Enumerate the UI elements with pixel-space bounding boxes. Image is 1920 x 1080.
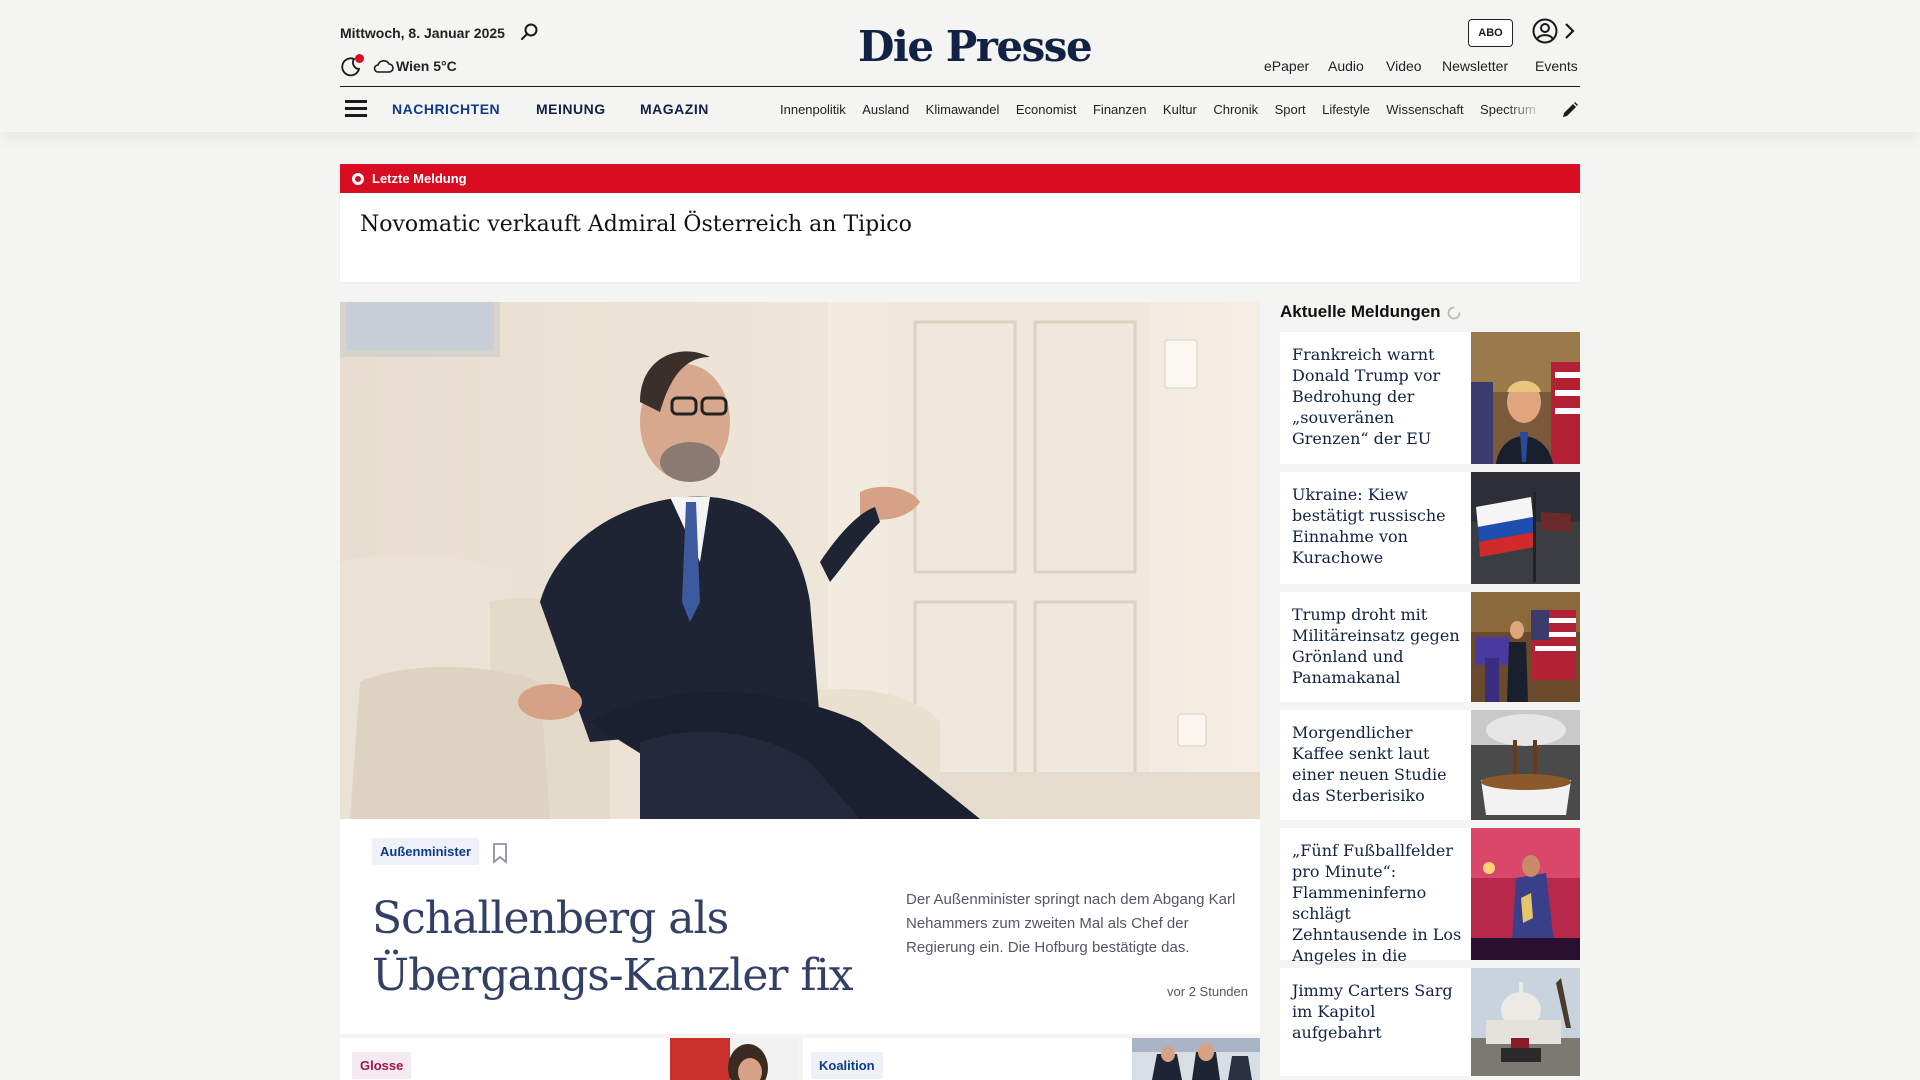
teaser-category-badge[interactable]: Glosse <box>352 1052 412 1079</box>
lead-article-title[interactable]: Schallenberg als Übergangs-Kanzler fix <box>372 890 892 1004</box>
news-item-thumbnail[interactable] <box>1471 332 1580 464</box>
site-logo[interactable]: Die Presse <box>858 22 1093 71</box>
news-item[interactable]: Ukraine: Kiew bestätigt russische Einnah… <box>1280 472 1580 584</box>
lead-article-image[interactable] <box>340 302 1260 819</box>
news-item-title[interactable]: Trump droht mit Militäreinsatz gegen Grö… <box>1292 604 1464 688</box>
section-link-chronik[interactable]: Chronik <box>1213 102 1258 117</box>
pencil-icon[interactable] <box>1561 101 1579 119</box>
notification-dot <box>355 54 364 63</box>
lead-article-teaser: Der Außenminister springt nach dem Abgan… <box>906 891 1236 956</box>
nav-link-video[interactable]: Video <box>1386 58 1422 74</box>
news-item[interactable]: Morgendlicher Kaffee senkt laut einer ne… <box>1280 710 1580 820</box>
breaking-news-label: Letzte Meldung <box>372 171 467 186</box>
section-nav-fade <box>1505 95 1545 123</box>
lead-category-badge[interactable]: Außenminister <box>372 838 480 865</box>
nav-link-epaper[interactable]: ePaper <box>1264 58 1309 74</box>
nav-tab-nachrichten[interactable]: NACHRICHTEN <box>392 101 500 117</box>
chevron-right-icon[interactable] <box>1562 22 1576 40</box>
search-icon[interactable] <box>520 22 540 42</box>
news-item[interactable]: „Fünf Fußballfelder pro Minute“: Flammen… <box>1280 828 1580 986</box>
news-item-title[interactable]: Ukraine: Kiew bestätigt russische Einnah… <box>1292 484 1464 568</box>
teaser-thumbnail[interactable] <box>670 1038 798 1080</box>
news-item-thumbnail[interactable] <box>1471 828 1580 960</box>
aktuelle-meldungen-heading: Aktuelle Meldungen <box>1280 302 1441 321</box>
nav-link-newsletter[interactable]: Newsletter <box>1442 58 1508 74</box>
news-item-thumbnail[interactable] <box>1471 592 1580 702</box>
section-link-kultur[interactable]: Kultur <box>1163 102 1197 117</box>
news-item[interactable]: Jimmy Carters Sarg im Kapitol aufgebahrt <box>1280 968 1580 1076</box>
refresh-icon <box>1447 306 1461 320</box>
lead-article-timestamp: vor 2 Stunden <box>1167 984 1248 999</box>
live-dot-icon <box>352 172 364 185</box>
section-link-lifestyle[interactable]: Lifestyle <box>1322 102 1370 117</box>
cloud-icon <box>373 60 394 73</box>
teaser-category-badge[interactable]: Koalition <box>811 1052 883 1079</box>
news-item-title[interactable]: „Fünf Fußballfelder pro Minute“: Flammen… <box>1292 840 1464 987</box>
section-link-ausland[interactable]: Ausland <box>862 102 909 117</box>
teaser-thumbnail[interactable] <box>1132 1038 1260 1080</box>
section-link-finanzen[interactable]: Finanzen <box>1093 102 1146 117</box>
section-link-wissenschaft[interactable]: Wissenschaft <box>1386 102 1463 117</box>
news-item-thumbnail[interactable] <box>1471 968 1580 1076</box>
section-link-innenpolitik[interactable]: Innenpolitik <box>780 102 846 117</box>
weather-label[interactable]: Wien 5°C <box>396 58 457 74</box>
breaking-news-bar: Letzte Meldung <box>340 164 1580 193</box>
breaking-news-box[interactable]: Letzte Meldung Novomatic verkauft Admira… <box>340 164 1580 282</box>
nav-link-events[interactable]: Events <box>1535 58 1578 74</box>
abo-button[interactable]: ABO <box>1468 19 1513 47</box>
header-divider <box>340 86 1580 87</box>
nav-tab-magazin[interactable]: MAGAZIN <box>640 101 709 117</box>
teaser-card[interactable]: Glosse <box>340 1038 798 1080</box>
lead-article[interactable]: Außenminister Schallenberg als Übergangs… <box>340 302 1260 1034</box>
section-nav: Innenpolitik Ausland Klimawandel Economi… <box>780 101 1542 119</box>
nav-tab-meinung[interactable]: MEINUNG <box>536 101 606 117</box>
teaser-card[interactable]: Koalition <box>803 1038 1260 1080</box>
news-item-thumbnail[interactable] <box>1471 710 1580 820</box>
news-item-title[interactable]: Morgendlicher Kaffee senkt laut einer ne… <box>1292 722 1464 806</box>
section-link-klimawandel[interactable]: Klimawandel <box>926 102 1000 117</box>
breaking-news-headline[interactable]: Novomatic verkauft Admiral Österreich an… <box>360 212 912 237</box>
news-item-thumbnail[interactable] <box>1471 472 1580 584</box>
news-item-title[interactable]: Frankreich warnt Donald Trump vor Bedroh… <box>1292 344 1464 449</box>
news-item[interactable]: Frankreich warnt Donald Trump vor Bedroh… <box>1280 332 1580 464</box>
user-account-icon[interactable] <box>1532 18 1558 44</box>
section-link-economist[interactable]: Economist <box>1016 102 1077 117</box>
news-item[interactable]: Trump droht mit Militäreinsatz gegen Grö… <box>1280 592 1580 702</box>
bookmark-icon[interactable] <box>491 842 509 864</box>
news-item-title[interactable]: Jimmy Carters Sarg im Kapitol aufgebahrt <box>1292 980 1464 1043</box>
current-date: Mittwoch, 8. Januar 2025 <box>340 25 505 41</box>
nav-link-audio[interactable]: Audio <box>1328 58 1364 74</box>
hamburger-menu-icon[interactable] <box>345 100 367 118</box>
site-header: Mittwoch, 8. Januar 2025 Wien 5°C Die Pr… <box>0 0 1920 132</box>
section-link-sport[interactable]: Sport <box>1275 102 1306 117</box>
night-mode-toggle[interactable] <box>340 54 364 78</box>
